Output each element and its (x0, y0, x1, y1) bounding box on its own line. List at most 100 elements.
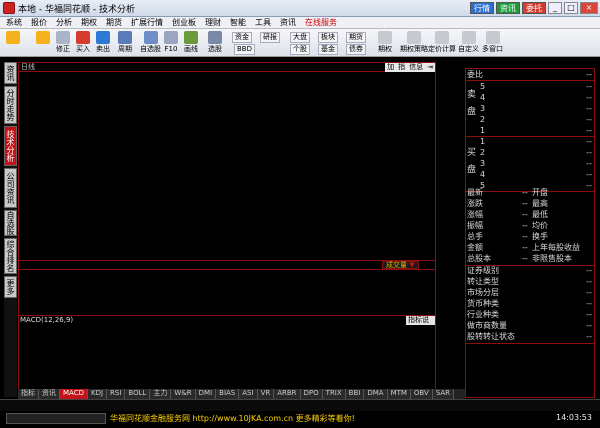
close-icon[interactable]: × (580, 2, 598, 14)
toolbar-pill[interactable]: 板块 (318, 32, 338, 43)
toolbar-pill[interactable]: BBD (234, 44, 255, 55)
indicator-tab[interactable]: KDJ (87, 389, 108, 399)
indicator-tab[interactable]: DPO (300, 389, 323, 399)
toolbar-pill[interactable]: 个股 (290, 44, 310, 55)
indicator-tab[interactable]: VR (257, 389, 275, 399)
tool-icon (485, 31, 500, 44)
indicator-tab[interactable]: 指标 (18, 389, 39, 399)
order-button[interactable]: 委托 (522, 2, 546, 14)
menu-item[interactable]: 智能 (230, 17, 246, 28)
indicator-tab[interactable]: ASI (239, 389, 258, 399)
menu-item[interactable]: 系统 (6, 17, 22, 28)
indicator-tab[interactable]: BOLL (125, 389, 151, 399)
menu-item[interactable]: 理财 (205, 17, 221, 28)
stat-row: 振幅 -- 均价 (466, 220, 594, 231)
indicator-tab[interactable]: OBV (410, 389, 433, 399)
info-row-label: 货币种类 (467, 299, 499, 308)
indicator-button[interactable]: 指 (396, 63, 407, 72)
maximize-icon[interactable]: □ (564, 2, 578, 14)
status-index-box[interactable] (6, 413, 106, 424)
toolbar-pill[interactable]: 研报 (260, 32, 280, 43)
left-tab[interactable]: 技术分析 (4, 126, 17, 166)
menu-item[interactable]: 扩展行情 (131, 17, 163, 28)
toolbar-tool[interactable]: 修正 (56, 30, 70, 56)
left-tab[interactable]: 分时走势 (4, 86, 17, 124)
left-tab[interactable]: 更多 (4, 276, 17, 298)
add-button[interactable]: 加 (385, 63, 396, 72)
menu-item[interactable]: 分析 (56, 17, 72, 28)
indicator-tab[interactable]: MACD (60, 389, 88, 399)
indicator-tab[interactable]: MTM (387, 389, 411, 399)
toolbar-pill[interactable]: 大盘 (290, 32, 310, 43)
indicator-tab[interactable]: W&R (171, 389, 196, 399)
info-button[interactable]: 资讯 (496, 2, 520, 14)
stat-right-label: 开盘 (532, 188, 548, 197)
menu-item[interactable]: 期权 (81, 17, 97, 28)
menu-item[interactable]: 工具 (255, 17, 271, 28)
toolbar-tool[interactable]: 自定义 (458, 30, 479, 56)
toolbar-pill[interactable]: 期货 (346, 32, 366, 43)
menu-item[interactable]: 期货 (106, 17, 122, 28)
toolbar-tool[interactable]: 定价计算 (428, 30, 456, 56)
indicator-tab[interactable]: ARBR (274, 389, 301, 399)
toolbar-tool[interactable]: 期权策略 (400, 30, 428, 56)
toolbar-tool[interactable]: 卖出 (96, 30, 110, 56)
left-tab[interactable]: 综合排名 (4, 238, 17, 274)
info-toggle-button[interactable]: 信息 (407, 63, 425, 72)
menu-item[interactable]: 在线服务 (305, 17, 337, 28)
toolbar-pill[interactable]: 债券 (346, 44, 366, 55)
tool-icon (96, 31, 110, 44)
market-button[interactable]: 行情 (470, 2, 494, 14)
toolbar-pill[interactable]: 资金 (232, 32, 252, 43)
toolbar-tool[interactable]: 画线 (184, 30, 198, 56)
volume-selector[interactable]: 成交量 ▼ (382, 261, 419, 269)
app-logo-icon (3, 2, 15, 14)
stat-right-label: 均价 (532, 221, 548, 230)
indicator-tab[interactable]: RSI (107, 389, 126, 399)
minimize-icon[interactable]: _ (548, 2, 562, 14)
toolbar-tool[interactable] (36, 30, 50, 56)
menu-item[interactable]: 报价 (31, 17, 47, 28)
tool-label: 期权策略 (400, 45, 428, 53)
value-placeholder: -- (586, 126, 592, 135)
value-placeholder: -- (586, 70, 592, 79)
toolbar-tool[interactable]: 周期 (118, 30, 132, 56)
macd-header: MACD(12,26,9) 指标说明 (19, 315, 435, 333)
indicator-tab[interactable]: BBI (345, 389, 365, 399)
info-row-label: 转让类型 (467, 277, 499, 286)
left-tab[interactable]: 资讯 (4, 62, 17, 84)
menu-item[interactable]: 资讯 (280, 17, 296, 28)
info-row: 市场分层 -- (466, 287, 594, 298)
level-number: 3 (480, 104, 486, 113)
chart-area[interactable]: 日线 加 指 信息 ⇥ 成交量 ▼ MACD(12,26,9) 指标说明 (18, 62, 436, 395)
left-tab[interactable]: 公司资讯 (4, 168, 17, 208)
indicator-tab[interactable]: DMI (195, 389, 217, 399)
collapse-arrow-icon[interactable]: ⇥ (425, 63, 435, 72)
indicator-tab[interactable]: TRIX (322, 389, 346, 399)
news-ticker[interactable]: 华福同花顺金融服务网 http://www.10JKA.com.cn 更多精彩等… (110, 414, 355, 424)
indicator-tab[interactable]: SAR (432, 389, 455, 399)
toolbar-tool[interactable]: F10 (164, 30, 178, 56)
left-tab[interactable]: 自选股 (4, 210, 17, 236)
tool-label: 修正 (56, 45, 70, 53)
toolbar-tool[interactable]: 多窗口 (482, 30, 503, 56)
toolbar-tool[interactable]: 买入 (76, 30, 90, 56)
menu-item[interactable]: 创业板 (172, 17, 196, 28)
value-placeholder: -- (586, 321, 592, 330)
tool-label: 期权 (378, 45, 392, 53)
indicator-explain-button[interactable]: 指标说明 (406, 316, 435, 333)
period-label[interactable]: 日线 (21, 62, 35, 72)
toolbar-pill[interactable]: 基金 (318, 44, 338, 55)
toolbar-tool[interactable]: 选股 (208, 30, 222, 56)
level-number: 5 (480, 82, 486, 91)
tool-icon (407, 31, 421, 44)
toolbar-tool[interactable] (6, 30, 20, 56)
indicator-tab[interactable]: DMA (364, 389, 388, 399)
indicator-tab[interactable]: 主力 (150, 389, 172, 399)
indicator-tab[interactable]: 资讯 (39, 389, 60, 399)
indicator-tab[interactable]: BIAS (216, 389, 240, 399)
tool-icon (435, 31, 449, 44)
stat-right-label: 非限售股本 (532, 254, 572, 263)
toolbar-tool[interactable]: 自选股 (140, 30, 161, 56)
toolbar-tool[interactable]: 期权 (378, 30, 392, 56)
